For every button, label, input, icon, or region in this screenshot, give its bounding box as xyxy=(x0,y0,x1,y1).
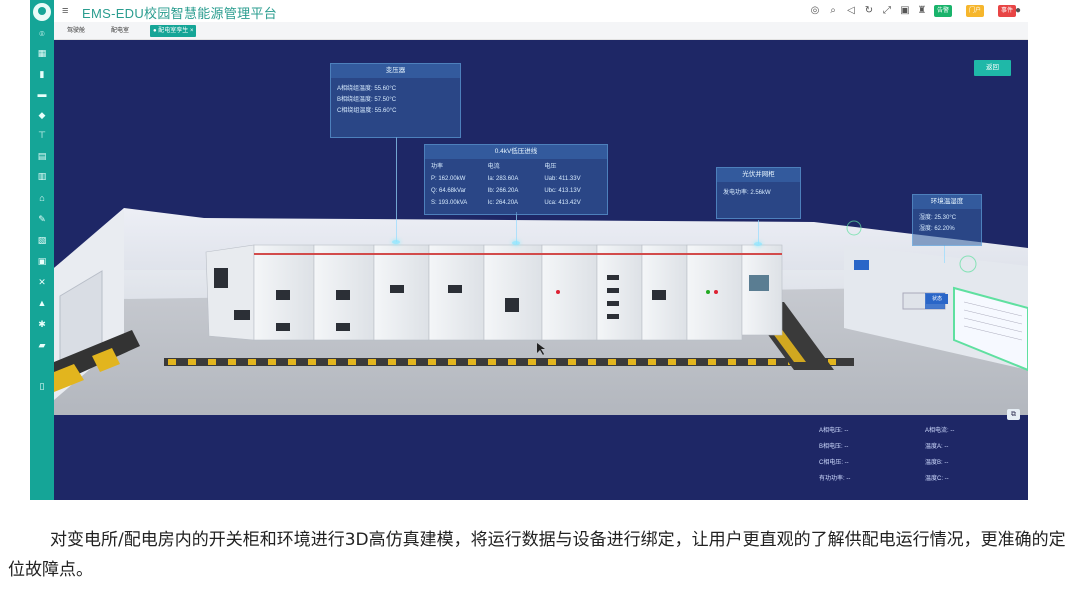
info-active-power: 有功功率: -- xyxy=(819,476,851,482)
drop-icon[interactable]: ◆ xyxy=(37,111,47,120)
info-a-current: A相电流: -- xyxy=(925,428,955,434)
app-window: ⌾ ▦ ▮ ▬ ◆ ⊤ ▤ ▥ ⌂ ✎ ▧ ▣ ✕ ▲ ✱ ▰ ▯ ≡ EMS-… xyxy=(30,0,1028,500)
chart-icon[interactable]: ▮ xyxy=(37,70,47,79)
pv-power: 发电功率: 2.56kW xyxy=(723,190,771,196)
info-temp-c: 温度C: -- xyxy=(925,476,949,482)
incoming-connector xyxy=(516,212,517,244)
user-icon[interactable]: ● xyxy=(1012,5,1024,17)
env-title: 环境温湿度 xyxy=(913,195,981,209)
refresh-icon[interactable]: ↻ xyxy=(863,5,875,17)
sidebar: ⌾ ▦ ▮ ▬ ◆ ⊤ ▤ ▥ ⌂ ✎ ▧ ▣ ✕ ▲ ✱ ▰ ▯ xyxy=(30,0,54,500)
top-bar: ≡ EMS-EDU校园智慧能源管理平台 ◎ ⌕ ◁ ↻ ⤢ ▣ ♜ 告警 门户 … xyxy=(54,0,1028,22)
pv-connector xyxy=(758,220,759,244)
tab-bar: 驾驶舱 配电室 ● 配电室孪生 × xyxy=(54,22,1028,40)
transformer-anchor xyxy=(392,240,400,244)
power-s: S: 193.00kVA xyxy=(431,200,468,206)
transformer-temp-c: C相绕组温度: 55.60°C xyxy=(337,108,397,114)
lv-incoming-title: 0.4kV低压进线 xyxy=(425,145,607,159)
info-temp-b: 温度B: -- xyxy=(925,460,949,466)
fullscreen-icon[interactable]: ⤢ xyxy=(881,5,893,17)
current-ib: Ib: 266.20A xyxy=(487,188,519,194)
monitor-icon[interactable]: ▬ xyxy=(37,90,47,99)
avatar[interactable] xyxy=(33,3,51,21)
location-icon[interactable]: ⌾ xyxy=(37,30,47,39)
voltage-ubc: Ubc: 413.13V xyxy=(544,188,581,194)
tools-icon[interactable]: ✕ xyxy=(37,278,47,287)
file-icon[interactable]: ▯ xyxy=(37,382,47,391)
flask-icon[interactable]: ▲ xyxy=(37,299,47,308)
info-temp-a: 温度A: -- xyxy=(925,444,949,450)
alarm-badge[interactable]: 告警 xyxy=(934,5,953,17)
pv-panel[interactable]: 光伏并网柜 发电功率: 2.56kW xyxy=(716,167,801,219)
table-icon[interactable]: ▤ xyxy=(37,152,47,161)
description-caption: 对变电所/配电房内的开关柜和环境进行3D高仿真建模，将运行数据与设备进行绑定，让… xyxy=(8,530,1066,580)
power-header: 功率 xyxy=(431,164,444,170)
briefcase-icon[interactable]: ▰ xyxy=(37,341,47,350)
menu-icon[interactable]: ≡ xyxy=(62,5,68,17)
power-p: P: 162.00kW xyxy=(431,176,466,182)
document-icon[interactable]: ▣ xyxy=(37,257,47,266)
power-q: Q: 64.68kVar xyxy=(431,188,466,194)
current-ic: Ic: 264.20A xyxy=(487,200,519,206)
portal-badge[interactable]: 门户 xyxy=(966,5,985,17)
screen-icon[interactable]: ▣ xyxy=(899,5,911,17)
incoming-anchor xyxy=(512,241,520,245)
3d-scene[interactable]: 变压器 A相绕组温度: 55.60°C B相绕组温度: 57.50°C C相绕组… xyxy=(54,40,1028,500)
view-toggle-icon[interactable]: ⧉ xyxy=(1007,409,1020,420)
device-info-panel: A相电压: -- B相电压: -- C相电压: -- 有功功率: -- A相电流… xyxy=(819,425,1019,495)
voltage-uab: Uab: 411.33V xyxy=(544,176,581,182)
search-icon[interactable]: ⌕ xyxy=(827,5,839,17)
transformer-panel[interactable]: 变压器 A相绕组温度: 55.60°C B相绕组温度: 57.50°C C相绕组… xyxy=(330,63,461,138)
equipment-status-label[interactable]: 状态 xyxy=(926,294,948,304)
env-humidity: 湿度: 62.20% xyxy=(919,226,955,232)
transformer-title: 变压器 xyxy=(331,64,460,78)
env-connector xyxy=(944,245,945,263)
tab-distribution-room[interactable]: 配电室 xyxy=(108,25,132,37)
voltage-header: 电压 xyxy=(544,164,557,170)
info-b-voltage: B相电压: -- xyxy=(819,444,849,450)
volume-icon[interactable]: ◁ xyxy=(845,5,857,17)
tower-icon[interactable]: ⊤ xyxy=(37,131,47,140)
report-icon[interactable]: ▧ xyxy=(37,236,47,245)
theme-icon[interactable]: ◎ xyxy=(809,5,821,17)
voltage-uca: Uca: 413.42V xyxy=(544,200,581,206)
transformer-connector xyxy=(396,137,397,242)
transformer-temp-a: A相绕组温度: 55.60°C xyxy=(337,86,397,92)
lv-incoming-panel[interactable]: 0.4kV低压进线 功率 P: 162.00kW Q: 64.68kVar S:… xyxy=(424,144,608,215)
grid-icon[interactable]: ▦ xyxy=(37,49,47,58)
tab-cockpit[interactable]: 驾驶舱 xyxy=(64,25,88,37)
return-button[interactable]: 返回 xyxy=(974,60,1011,76)
home-icon[interactable]: ⌂ xyxy=(37,194,47,203)
current-ia: Ia: 283.60A xyxy=(487,176,519,182)
gear-icon[interactable]: ✱ xyxy=(37,320,47,329)
info-a-voltage: A相电压: -- xyxy=(819,428,849,434)
pv-title: 光伏并网柜 xyxy=(717,168,800,182)
env-panel[interactable]: 环境温湿度 湿度: 25.30°C 湿度: 62.20% xyxy=(912,194,982,246)
shirt-icon[interactable]: ♜ xyxy=(916,5,928,17)
transformer-temp-b: B相绕组温度: 57.50°C xyxy=(337,97,397,103)
building-icon[interactable]: ▥ xyxy=(37,172,47,181)
current-header: 电流 xyxy=(487,164,500,170)
env-temperature: 湿度: 25.30°C xyxy=(919,215,957,221)
edit-icon[interactable]: ✎ xyxy=(37,215,47,224)
app-title: EMS-EDU校园智慧能源管理平台 xyxy=(82,6,278,21)
info-c-voltage: C相电压: -- xyxy=(819,460,849,466)
pv-anchor xyxy=(754,242,762,246)
tab-distribution-twin[interactable]: ● 配电室孪生 × xyxy=(150,25,197,37)
